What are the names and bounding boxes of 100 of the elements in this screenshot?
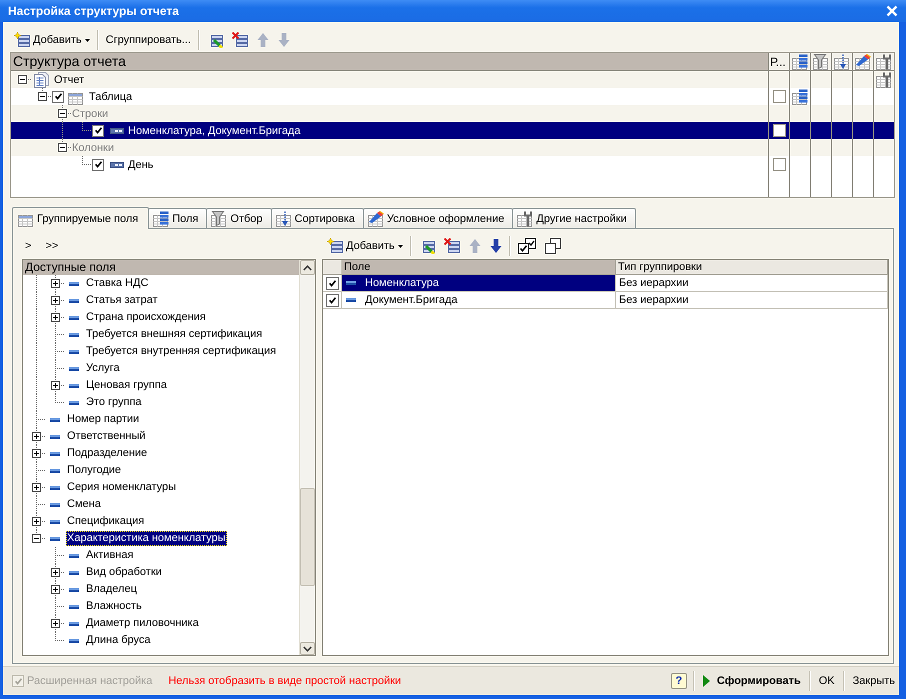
tree-item[interactable]: Ответственный xyxy=(66,429,147,444)
scroll-thumb[interactable] xyxy=(300,488,315,586)
tree-row[interactable]: День xyxy=(11,156,894,173)
tree-item[interactable]: Ставка НДС xyxy=(85,276,150,291)
tree-item[interactable]: Смена xyxy=(66,497,102,512)
tree-item[interactable]: Диаметр пиловочника xyxy=(85,616,200,631)
tree-item[interactable]: Требуется внешняя сертификация xyxy=(85,327,264,342)
column-header[interactable] xyxy=(789,53,810,70)
tree-toggle[interactable] xyxy=(51,619,60,628)
tree-toggle[interactable] xyxy=(32,483,41,492)
column-header[interactable]: Поле xyxy=(342,260,616,274)
checkbox[interactable] xyxy=(772,90,786,103)
tree-item[interactable]: Активная xyxy=(85,548,134,563)
tree-toggle[interactable] xyxy=(51,381,60,390)
tree-item[interactable]: Влажность xyxy=(85,599,143,614)
nav-button[interactable]: > xyxy=(23,240,34,252)
dialog-button[interactable]: OK xyxy=(816,671,837,691)
tree-item[interactable]: Полугодие xyxy=(66,463,122,478)
tab[interactable]: Группируемые поля xyxy=(12,207,150,229)
tree-toggle[interactable] xyxy=(38,92,46,101)
tab[interactable]: Сортировка xyxy=(270,208,364,228)
checkbox[interactable] xyxy=(772,124,786,137)
field-name: Документ.Бригада xyxy=(365,294,458,306)
scroll-down-button[interactable] xyxy=(300,642,315,655)
group-button[interactable]: Сгруппировать... xyxy=(104,29,193,51)
field-icon xyxy=(69,570,79,574)
tree-toggle[interactable] xyxy=(58,143,66,152)
tree-toggle[interactable] xyxy=(58,109,66,118)
help-button[interactable]: ? xyxy=(670,673,687,689)
nav-button[interactable]: >> xyxy=(43,240,60,252)
tree-row[interactable]: Отчет xyxy=(11,71,894,88)
scroll-up-button[interactable] xyxy=(300,260,315,275)
checkbox[interactable] xyxy=(326,294,338,306)
arrow-down-icon xyxy=(490,238,502,254)
column-header[interactable]: Тип группировки xyxy=(616,260,888,274)
tree-item[interactable]: Ценовая группа xyxy=(85,378,168,393)
column-header[interactable] xyxy=(852,53,873,70)
tree-row[interactable]: Строки xyxy=(11,105,894,122)
run-button[interactable]: Сформировать xyxy=(700,671,803,691)
arrow-up-icon xyxy=(468,238,481,254)
tree-toggle[interactable] xyxy=(32,534,41,543)
field-group-icon xyxy=(110,160,124,168)
tree-toggle[interactable] xyxy=(51,279,60,288)
tree-item[interactable]: Спецификация xyxy=(66,514,146,529)
field-icon xyxy=(50,452,60,456)
tree-toggle[interactable] xyxy=(32,449,41,458)
close-icon xyxy=(886,5,898,17)
tree-toggle[interactable] xyxy=(51,296,60,305)
table-cell[interactable]: Номенклатура xyxy=(342,275,616,291)
check-all-button[interactable] xyxy=(516,235,538,257)
column-header[interactable] xyxy=(873,53,894,70)
tab[interactable]: Условное оформление xyxy=(362,208,514,228)
checkbox[interactable] xyxy=(772,158,786,171)
tab[interactable]: Поля xyxy=(148,208,208,228)
tree-item[interactable]: Страна происхождения xyxy=(85,310,207,325)
node-label: Строки xyxy=(72,108,108,120)
tree-item[interactable]: Услуга xyxy=(85,361,121,376)
tree-toggle[interactable] xyxy=(32,432,41,441)
tree-item[interactable]: Номер партии xyxy=(66,412,140,427)
tree-item[interactable]: Вид обработки xyxy=(85,565,163,580)
tree-item[interactable]: Длина бруса xyxy=(85,633,152,648)
column-header[interactable] xyxy=(831,53,852,70)
column-header[interactable]: Структура отчета xyxy=(11,53,768,70)
field-icon xyxy=(346,281,356,285)
chevron-down-icon xyxy=(303,646,312,652)
column-header[interactable] xyxy=(810,53,831,70)
tree-item[interactable]: Владелец xyxy=(85,582,138,597)
arrow-up-icon xyxy=(256,32,269,48)
tree-toggle[interactable] xyxy=(51,585,60,594)
checkbox[interactable] xyxy=(326,276,338,290)
checkbox[interactable] xyxy=(92,158,104,170)
uncheck-all-button[interactable] xyxy=(542,235,563,257)
node-label: Колонки xyxy=(72,142,114,154)
checkbox[interactable] xyxy=(52,90,64,102)
column-header[interactable]: Доступные поля xyxy=(23,260,299,275)
tree-item[interactable]: Статья затрат xyxy=(85,293,159,308)
field-icon xyxy=(69,554,79,558)
add-button[interactable]: Добавить xyxy=(325,235,405,257)
tree-row[interactable]: Колонки xyxy=(11,139,894,156)
checkbox[interactable] xyxy=(92,124,104,136)
close-button[interactable] xyxy=(886,5,898,17)
field-icon xyxy=(69,366,79,370)
dialog-button[interactable]: Закрыть xyxy=(850,671,897,691)
tree-item[interactable]: Серия номенклатуры xyxy=(66,480,178,495)
column-header[interactable]: Р... xyxy=(768,53,789,70)
tree-row[interactable]: Номенклатура, Документ.Бригада xyxy=(11,122,894,139)
checkbox-label: Расширенная настройка xyxy=(27,675,152,687)
tree-item[interactable]: Это группа xyxy=(85,395,143,410)
tab[interactable]: Другие настройки xyxy=(512,208,636,228)
tree-toggle[interactable] xyxy=(32,517,41,526)
table-cell[interactable]: Документ.Бригада xyxy=(342,292,616,308)
tree-item[interactable]: Характеристика номенклатуры xyxy=(66,531,227,546)
stacked-squares-icon xyxy=(544,238,561,254)
tree-toggle[interactable] xyxy=(18,75,26,84)
tree-item[interactable]: Требуется внутренняя сертификация xyxy=(85,344,278,359)
tree-toggle[interactable] xyxy=(51,568,60,577)
tab[interactable]: Отбор xyxy=(206,208,272,228)
tree-item[interactable]: Подразделение xyxy=(66,446,148,461)
add-button[interactable]: Добавить xyxy=(12,29,92,51)
tree-toggle[interactable] xyxy=(51,313,60,322)
